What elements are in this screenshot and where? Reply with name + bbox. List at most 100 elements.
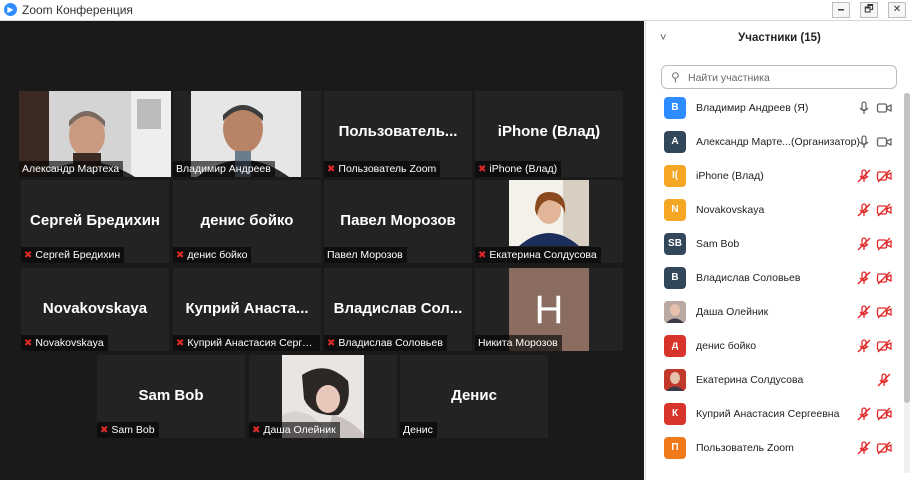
microphone-muted-icon[interactable] xyxy=(856,236,872,252)
participant-name: Екатерина Солдусова xyxy=(696,374,804,386)
participant-photo xyxy=(509,180,589,246)
video-tile[interactable]: Владислав Сол... ✖ Владислав Соловьев xyxy=(324,268,472,351)
participant-name: Куприй Анастасия Сергеевна xyxy=(696,408,840,420)
mic-muted-icon: ✖ xyxy=(24,250,33,261)
camera-off-icon[interactable] xyxy=(876,338,892,354)
participant-display-name: iPhone (Влад) xyxy=(497,123,601,140)
video-tile[interactable]: Владимир Андреев xyxy=(173,91,321,177)
participant-row[interactable]: SB Sam Bob xyxy=(646,229,904,263)
microphone-muted-icon[interactable] xyxy=(856,270,872,286)
microphone-icon[interactable] xyxy=(856,100,872,116)
video-tile[interactable]: Павел Морозов Павел Морозов xyxy=(324,180,472,263)
avatar: д xyxy=(664,335,686,357)
participant-row[interactable]: А Александр Марте...(Организатор) xyxy=(646,127,904,161)
video-tile[interactable]: H Никита Морозов xyxy=(475,268,623,351)
video-tile[interactable]: Денис Денис xyxy=(400,355,548,438)
microphone-icon[interactable] xyxy=(856,134,872,150)
video-tile[interactable]: Novakovskaya ✖ Novakovskaya xyxy=(21,268,169,351)
camera-icon[interactable] xyxy=(876,100,892,116)
camera-off-icon[interactable] xyxy=(876,304,892,320)
camera-off-icon[interactable] xyxy=(876,236,892,252)
participant-display-name: Денис xyxy=(451,387,497,404)
minimize-button[interactable]: 🗕 xyxy=(832,2,850,18)
participant-display-name: Пользователь... xyxy=(338,123,458,140)
participant-row[interactable]: д денис бойко xyxy=(646,331,904,365)
participant-display-name: Владислав Сол... xyxy=(333,300,463,317)
microphone-muted-icon[interactable] xyxy=(856,338,872,354)
avatar: В xyxy=(664,267,686,289)
camera-off-icon[interactable] xyxy=(876,270,892,286)
avatar: А xyxy=(664,131,686,153)
participant-name: Владислав Соловьев xyxy=(696,272,801,284)
restore-button[interactable]: 🗗 xyxy=(860,2,878,18)
participant-name: iPhone (Влад) xyxy=(696,170,764,182)
microphone-muted-icon[interactable] xyxy=(856,440,872,456)
participant-name: Даша Олейник xyxy=(696,306,769,318)
avatar xyxy=(664,301,686,323)
microphone-muted-icon[interactable] xyxy=(856,304,872,320)
participant-name-label: ✖ Пользователь Zoom xyxy=(324,161,441,177)
participant-name-label: Александр Мартеха xyxy=(19,161,124,177)
participant-name: Владимир Андреев (Я) xyxy=(696,102,809,114)
video-tile[interactable]: ✖ Даша Олейник xyxy=(249,355,397,438)
gallery-view: Александр Мартеха Владимир Андреев Польз… xyxy=(0,21,644,480)
participant-display-name: Novakovskaya xyxy=(42,300,148,317)
scrollbar[interactable] xyxy=(904,93,910,473)
avatar: SB xyxy=(664,233,686,255)
camera-off-icon[interactable] xyxy=(876,202,892,218)
participant-display-name: Куприй Анаста... xyxy=(185,300,309,317)
video-tile[interactable]: ✖ Екатерина Солдусова xyxy=(475,180,623,263)
participant-row[interactable]: Екатерина Солдусова xyxy=(646,365,904,399)
participant-display-name: денис бойко xyxy=(200,212,294,229)
avatar: N xyxy=(664,199,686,221)
participant-name-label: ✖ Novakovskaya xyxy=(21,335,108,351)
participant-row[interactable]: К Куприй Анастасия Сергеевна xyxy=(646,399,904,433)
video-tile[interactable]: iPhone (Влад) ✖ iPhone (Влад) xyxy=(475,91,623,177)
participant-row[interactable]: В Владимир Андреев (Я) xyxy=(646,93,904,127)
search-icon: ⚲ xyxy=(671,70,680,84)
microphone-muted-icon[interactable] xyxy=(856,406,872,422)
window-title: Zoom Конференция xyxy=(22,3,133,17)
search-input[interactable] xyxy=(686,68,890,88)
avatar: К xyxy=(664,403,686,425)
microphone-muted-icon[interactable] xyxy=(856,168,872,184)
avatar: I( xyxy=(664,165,686,187)
mic-muted-icon: ✖ xyxy=(478,164,487,175)
participant-display-name: Sam Bob xyxy=(138,387,204,404)
video-tile[interactable]: Куприй Анаста... ✖ Куприй Анастасия Серге… xyxy=(173,268,321,351)
mic-muted-icon: ✖ xyxy=(176,250,185,261)
zoom-icon: ▶ xyxy=(4,3,17,16)
participant-row[interactable]: П Пользователь Zoom xyxy=(646,433,904,467)
camera-off-icon[interactable] xyxy=(876,406,892,422)
title-bar: ▶ Zoom Конференция 🗕 🗗 ✕ xyxy=(0,0,912,21)
video-tile[interactable]: Sam Bob ✖ Sam Bob xyxy=(97,355,245,438)
participants-title: Участники (15) xyxy=(738,32,821,44)
mic-muted-icon: ✖ xyxy=(327,164,336,175)
close-button[interactable]: ✕ xyxy=(888,2,906,18)
avatar: П xyxy=(664,437,686,459)
participant-row[interactable]: Даша Олейник xyxy=(646,297,904,331)
microphone-muted-icon[interactable] xyxy=(856,202,872,218)
participant-name-label: Павел Морозов xyxy=(324,247,407,263)
participant-name-label: ✖ денис бойко xyxy=(173,247,252,263)
mic-muted-icon: ✖ xyxy=(24,338,33,349)
participant-row[interactable]: I( iPhone (Влад) xyxy=(646,161,904,195)
participant-name-label: Денис xyxy=(400,422,437,438)
participant-name: Sam Bob xyxy=(696,238,740,250)
camera-icon[interactable] xyxy=(876,134,892,150)
scrollbar-thumb[interactable] xyxy=(904,93,910,403)
microphone-muted-icon[interactable] xyxy=(876,372,892,388)
video-tile[interactable]: Александр Мартеха xyxy=(19,91,171,177)
mic-muted-icon: ✖ xyxy=(327,338,336,349)
video-tile[interactable]: Пользователь... ✖ Пользователь Zoom xyxy=(324,91,472,177)
participant-name-label: ✖ iPhone (Влад) xyxy=(475,161,562,177)
camera-off-icon[interactable] xyxy=(876,440,892,456)
participant-row[interactable]: В Владислав Соловьев xyxy=(646,263,904,297)
mic-muted-icon: ✖ xyxy=(252,425,261,436)
video-tile[interactable]: Сергей Бредихин ✖ Сергей Бредихин xyxy=(21,180,169,263)
camera-off-icon[interactable] xyxy=(876,168,892,184)
participant-search[interactable]: ⚲ xyxy=(661,65,897,89)
video-tile[interactable]: денис бойко ✖ денис бойко xyxy=(173,180,321,263)
participant-row[interactable]: N Novakovskaya xyxy=(646,195,904,229)
participant-name-label: ✖ Куприй Анастасия Серге... xyxy=(173,335,320,351)
